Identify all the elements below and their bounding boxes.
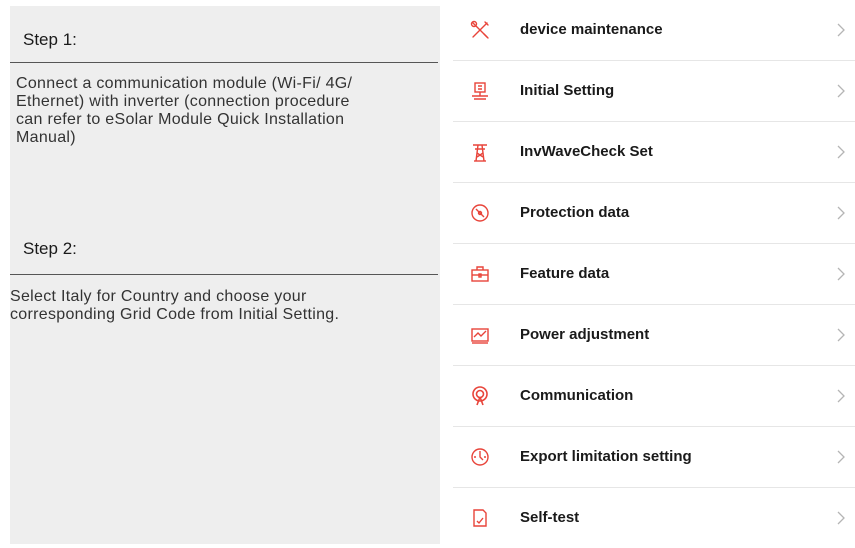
transmission-tower-icon [469, 141, 491, 163]
menu-item-label: device maintenance [520, 21, 663, 38]
export-gauge-icon [469, 446, 491, 468]
step1-text: Connect a communication module (Wi-Fi/ 4… [16, 75, 438, 147]
step2-text: Select Italy for Country and choose your… [10, 288, 432, 324]
step1-title: Step 1: [23, 30, 77, 49]
step1-text-line: Ethernet) with inverter (connection proc… [16, 93, 350, 110]
menu-item-initial-setting[interactable]: Initial Setting [453, 61, 855, 122]
menu-item-invwavecheck-set[interactable]: InvWaveCheck Set [453, 122, 855, 183]
step2-title: Step 2: [23, 239, 77, 258]
menu-item-label: Communication [520, 387, 634, 404]
inverter-setting-icon [469, 80, 491, 102]
menu-item-power-adjustment[interactable]: Power adjustment [453, 305, 855, 366]
menu-item-feature-data[interactable]: Feature data [453, 244, 855, 305]
menu-item-label: Self-test [520, 509, 580, 526]
chevron-right-icon [835, 449, 847, 465]
step1-text-line: Connect a communication module (Wi-Fi/ 4… [16, 75, 353, 92]
step2-text-line: corresponding Grid Code from Initial Set… [10, 306, 340, 323]
protection-gauge-icon [469, 202, 491, 224]
menu-item-label: Feature data [520, 265, 610, 282]
menu-item-protection-data[interactable]: Protection data [453, 183, 855, 244]
briefcase-icon [469, 263, 491, 285]
step1-text-line: Manual) [16, 129, 76, 146]
settings-menu: device maintenance Initial Setting InvWa… [453, 0, 855, 544]
instructions-panel: Step 1: Connect a communication module (… [10, 6, 440, 544]
chevron-right-icon [835, 22, 847, 38]
chevron-right-icon [835, 327, 847, 343]
menu-item-export-limitation-setting[interactable]: Export limitation setting [453, 427, 855, 488]
power-chart-icon [469, 324, 491, 346]
step2-text-line: Select Italy for Country and choose your [10, 288, 307, 305]
chevron-right-icon [835, 83, 847, 99]
chevron-right-icon [835, 266, 847, 282]
chevron-right-icon [835, 205, 847, 221]
menu-item-label: Protection data [520, 204, 630, 221]
chevron-right-icon [835, 388, 847, 404]
chevron-right-icon [835, 510, 847, 526]
menu-item-label: Initial Setting [520, 82, 615, 99]
step2-divider [10, 274, 438, 275]
chevron-right-icon [835, 144, 847, 160]
menu-item-communication[interactable]: Communication [453, 366, 855, 427]
menu-item-device-maintenance[interactable]: device maintenance [453, 0, 855, 61]
signal-antenna-icon [469, 385, 491, 407]
self-test-document-icon [469, 507, 491, 529]
step1-text-line: can refer to eSolar Module Quick Install… [16, 111, 345, 128]
menu-item-label: InvWaveCheck Set [520, 143, 653, 160]
step1-divider [10, 62, 438, 63]
menu-item-self-test[interactable]: Self-test [453, 488, 855, 548]
menu-item-label: Export limitation setting [520, 448, 692, 465]
menu-item-label: Power adjustment [520, 326, 650, 343]
tools-icon [469, 19, 491, 41]
